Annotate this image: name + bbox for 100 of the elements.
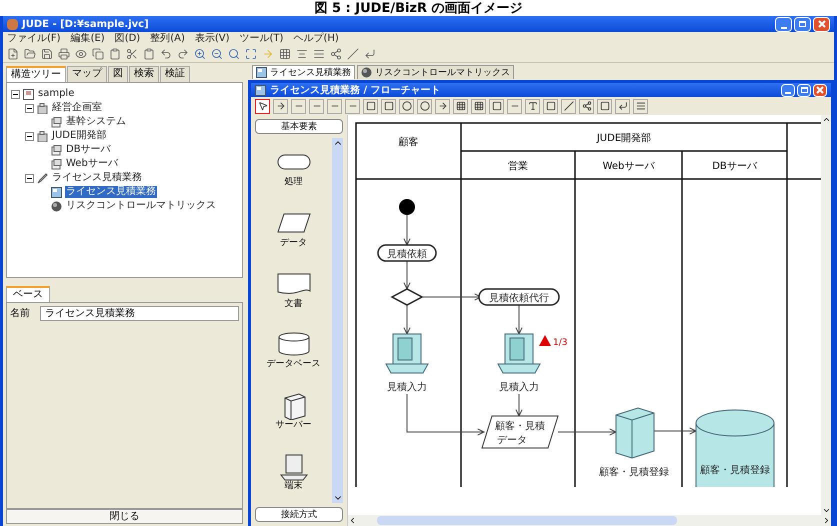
horizontal-scrollbar[interactable] xyxy=(348,515,831,526)
minimize-button[interactable] xyxy=(781,84,795,96)
palette-item-label[interactable]: 文書 xyxy=(284,298,302,310)
tool-button[interactable] xyxy=(489,98,504,114)
menu-item[interactable]: 表示(V) xyxy=(194,33,230,45)
palette-scrollbar[interactable] xyxy=(332,138,343,503)
collapse-toggle[interactable] xyxy=(11,90,20,98)
name-field[interactable]: ライセンス見積業務 xyxy=(40,306,239,321)
app-icon xyxy=(7,18,18,30)
panel-tab[interactable]: マップ xyxy=(67,66,107,82)
tool-button[interactable] xyxy=(633,98,648,114)
menu-item[interactable]: ヘルプ(H) xyxy=(293,33,339,45)
scroll-left-icon[interactable] xyxy=(348,516,357,525)
tree-item[interactable]: sample xyxy=(37,88,76,100)
tool-button[interactable] xyxy=(363,98,378,114)
vertical-scrollbar[interactable] xyxy=(821,115,831,515)
tool-button[interactable] xyxy=(399,98,414,114)
tree-item[interactable]: JUDE開発部 xyxy=(51,130,108,142)
tool-button[interactable] xyxy=(471,98,486,114)
printer-icon[interactable] xyxy=(58,48,70,60)
copy-icon[interactable] xyxy=(92,48,104,60)
tree-item[interactable]: DBサーバ xyxy=(65,144,112,156)
maximize-button[interactable] xyxy=(794,16,811,32)
zoom-in-icon[interactable] xyxy=(194,48,206,60)
tree-item[interactable]: 基幹システム xyxy=(65,116,127,128)
flowchart-icon xyxy=(51,186,62,198)
align-icon xyxy=(636,101,646,111)
globe-icon xyxy=(51,200,62,212)
tool-button[interactable] xyxy=(435,98,450,114)
flow-arrow xyxy=(403,304,411,336)
close-icon[interactable] xyxy=(816,86,824,94)
menu-item[interactable]: ツール(T) xyxy=(240,33,284,45)
palette-item-label[interactable]: 端末 xyxy=(284,481,302,492)
maximize-button[interactable] xyxy=(797,84,811,96)
tree-item[interactable]: リスクコントロールマトリックス xyxy=(65,200,217,212)
panel-tab[interactable]: ベース xyxy=(6,286,50,302)
search-icon[interactable] xyxy=(228,48,240,60)
minimize-button[interactable] xyxy=(775,16,792,32)
collapse-toggle[interactable] xyxy=(25,132,34,140)
corner-icon[interactable] xyxy=(364,48,376,60)
preview-icon[interactable] xyxy=(75,48,87,60)
tool-button[interactable] xyxy=(615,98,630,114)
align-icon[interactable] xyxy=(313,48,325,60)
close-button[interactable] xyxy=(813,84,827,96)
tree-item[interactable]: ライセンス見積業務 xyxy=(65,186,157,198)
tool-button[interactable] xyxy=(273,98,288,114)
scroll-up-icon[interactable] xyxy=(822,115,830,124)
collapse-toggle[interactable] xyxy=(25,174,34,182)
close-icon[interactable] xyxy=(818,20,826,28)
tool-button[interactable] xyxy=(453,98,468,114)
slash-icon[interactable] xyxy=(347,48,359,60)
clipboard-icon[interactable] xyxy=(143,48,155,60)
scroll-thumb[interactable] xyxy=(377,516,677,525)
fit-icon[interactable] xyxy=(245,48,257,60)
pointer-icon xyxy=(258,101,268,111)
panel-tab[interactable]: 検索 xyxy=(129,66,159,82)
tree-item[interactable]: ライセンス見積業務 xyxy=(51,172,143,184)
palette-header-button[interactable]: 基本要素 xyxy=(255,119,343,134)
collapse-toggle[interactable] xyxy=(25,104,34,112)
palette-item-label[interactable]: サーバー xyxy=(276,420,312,432)
tree-item[interactable]: 経営企画室 xyxy=(51,102,103,114)
document-tab[interactable]: ライセンス見積業務 xyxy=(252,65,355,79)
panel-tab[interactable]: 図 xyxy=(108,66,128,82)
scroll-right-icon[interactable] xyxy=(822,516,831,525)
tool-button[interactable] xyxy=(381,98,396,114)
share-icon[interactable] xyxy=(330,48,342,60)
tool-button[interactable] xyxy=(579,98,594,114)
tool-button[interactable] xyxy=(543,98,558,114)
palette-item-label[interactable]: 処理 xyxy=(284,176,302,188)
system-icon xyxy=(51,116,62,128)
new-file-icon[interactable] xyxy=(7,48,19,60)
panel-tab[interactable]: 検証 xyxy=(160,66,190,82)
square-icon xyxy=(600,101,610,111)
scissors-icon[interactable] xyxy=(126,48,138,60)
save-icon[interactable] xyxy=(41,48,53,60)
align-icon[interactable] xyxy=(296,48,308,60)
document-tab[interactable]: リスクコントロールマトリックス xyxy=(357,65,514,79)
grid-icon[interactable] xyxy=(279,48,291,60)
close-button[interactable] xyxy=(813,16,830,32)
undo-icon[interactable] xyxy=(160,48,172,60)
tool-button[interactable] xyxy=(417,98,432,114)
palette-item-label[interactable]: データベース xyxy=(266,359,320,370)
zoom-out-icon[interactable] xyxy=(211,48,223,60)
palette-footer-button[interactable]: 接続方式 xyxy=(255,507,343,522)
palette-item-label[interactable]: データ xyxy=(280,238,307,249)
panel-tab[interactable]: 構造ツリー xyxy=(6,66,66,82)
lane-header: 顧客 xyxy=(398,137,418,148)
menu-item[interactable]: 図(D) xyxy=(114,33,140,45)
clipboard-icon[interactable] xyxy=(109,48,121,60)
tool-button[interactable] xyxy=(255,98,270,114)
tool-button[interactable] xyxy=(525,98,540,114)
open-folder-icon[interactable] xyxy=(24,48,36,60)
menu-item[interactable]: 編集(E) xyxy=(70,33,105,45)
scroll-down-icon[interactable] xyxy=(822,506,830,515)
menu-item[interactable]: 整列(A) xyxy=(150,33,185,45)
tool-button[interactable] xyxy=(597,98,612,114)
menu-item[interactable]: ファイル(F) xyxy=(7,33,61,45)
tree-item[interactable]: Webサーバ xyxy=(65,158,119,170)
redo-icon[interactable] xyxy=(177,48,189,60)
close-panel-button[interactable]: 閉じる xyxy=(6,509,243,524)
